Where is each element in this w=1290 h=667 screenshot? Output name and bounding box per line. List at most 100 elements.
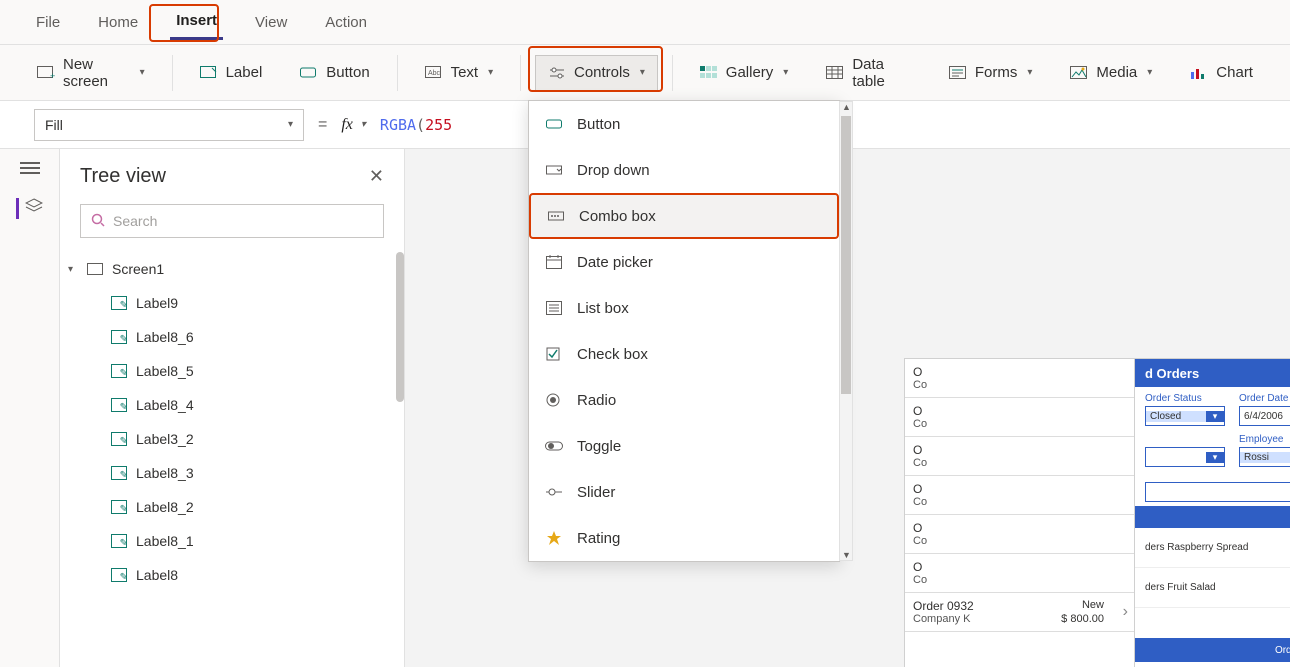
chart-icon: [1190, 64, 1208, 82]
dropdown-item-label: Combo box: [579, 208, 656, 225]
line-item-row[interactable]: ders Raspberry Spread90$ 25.002,250.00: [1135, 528, 1290, 568]
close-icon[interactable]: ✕: [369, 166, 384, 187]
order-number: O: [913, 365, 1126, 379]
date-value: 6/4/2006: [1240, 411, 1290, 422]
dropdown-item-label: Check box: [577, 346, 648, 363]
ribbon-forms[interactable]: Forms ▾: [936, 55, 1046, 91]
menu-view[interactable]: View: [249, 6, 293, 39]
menu-file[interactable]: File: [30, 6, 66, 39]
dropdown-item-radio[interactable]: Radio: [529, 377, 839, 423]
company-name: Co: [913, 457, 1126, 469]
chevron-down-icon: ▾: [488, 67, 493, 78]
toggle-icon: [545, 437, 563, 455]
scroll-down-icon[interactable]: ▼: [842, 550, 851, 560]
property-selector[interactable]: Fill ▾: [34, 109, 304, 141]
tree-scrollbar[interactable]: [396, 252, 404, 402]
dropdown-item-label: Drop down: [577, 162, 650, 179]
ribbon-data-table-label: Data table: [852, 56, 911, 90]
dropdown-item-toggle[interactable]: Toggle: [529, 423, 839, 469]
tree-node-label: Label8_3: [136, 465, 194, 481]
order-list-row[interactable]: OCo: [905, 398, 1134, 437]
order-list-row[interactable]: OCo: [905, 515, 1134, 554]
slider-icon: [545, 483, 563, 501]
separator: [672, 55, 673, 91]
rating-icon: [545, 529, 563, 547]
scroll-up-icon[interactable]: ▲: [842, 102, 851, 112]
dropdown-item-label: Slider: [577, 484, 615, 501]
dropdown-item-combobox[interactable]: Combo box: [529, 193, 839, 239]
radio-icon: [545, 391, 563, 409]
ribbon-new-screen-label: New screen: [63, 56, 130, 90]
order-list-row[interactable]: OCo: [905, 476, 1134, 515]
dropdown-item-button[interactable]: Button: [529, 101, 839, 147]
tree-node-label8_2[interactable]: Label8_2: [68, 490, 404, 524]
order-status-combo[interactable]: Closed▾: [1145, 406, 1225, 426]
company-name: Co: [913, 496, 1126, 508]
menu-action[interactable]: Action: [319, 6, 373, 39]
dropdown-item-checkbox[interactable]: Check box: [529, 331, 839, 377]
scroll-thumb[interactable]: [841, 116, 851, 394]
employee-combo[interactable]: Rossi▾: [1239, 447, 1290, 467]
notes-input[interactable]: [1145, 482, 1290, 502]
order-list-row[interactable]: OCo: [905, 554, 1134, 593]
separator: [520, 55, 521, 91]
tree-node-label8_6[interactable]: Label8_6: [68, 320, 404, 354]
ribbon-label[interactable]: Label: [187, 55, 276, 91]
tree-view-tab-icon[interactable]: [16, 198, 43, 219]
dropdown-item-dropdown[interactable]: Drop down: [529, 147, 839, 193]
formula-input[interactable]: RGBA(255: [380, 116, 452, 134]
controls-icon: [548, 64, 566, 82]
search-placeholder: Search: [113, 213, 157, 229]
order-list-row[interactable]: Order 0932 Company K New $ 800.00 ›: [905, 593, 1134, 632]
tree-view-panel: Tree view ✕ Search ▾ Screen1 Label9Label…: [60, 149, 405, 667]
combo-value: Rossi: [1240, 452, 1290, 463]
tree-node-label3_2[interactable]: Label3_2: [68, 422, 404, 456]
chevron-down-icon: ▾: [783, 67, 788, 78]
ribbon-new-screen[interactable]: + New screen ▾: [24, 47, 158, 99]
dropdown-item-slider[interactable]: Slider: [529, 469, 839, 515]
chevron-down-icon: ▾: [140, 67, 145, 78]
ribbon-gallery-label: Gallery: [726, 64, 774, 81]
ribbon-gallery[interactable]: Gallery ▾: [687, 55, 802, 91]
order-date-picker[interactable]: 6/4/2006▦: [1239, 406, 1290, 426]
label-icon: [110, 430, 128, 448]
tree-node-label8_5[interactable]: Label8_5: [68, 354, 404, 388]
menu-insert[interactable]: Insert: [170, 4, 223, 40]
tree-node-label9[interactable]: Label9: [68, 286, 404, 320]
hamburger-icon[interactable]: [20, 161, 40, 178]
order-list-row[interactable]: OCo: [905, 359, 1134, 398]
dropdown-scrollbar[interactable]: ▲ ▼: [839, 101, 853, 561]
company-name: Co: [913, 574, 1126, 586]
menu-home[interactable]: Home: [92, 6, 144, 39]
order-list-row[interactable]: OCo: [905, 437, 1134, 476]
combo-empty[interactable]: ▾: [1145, 447, 1225, 467]
fx-button[interactable]: fx▾: [341, 116, 366, 134]
ribbon-data-table[interactable]: Data table: [813, 47, 924, 99]
tree-node-screen1[interactable]: ▾ Screen1: [68, 252, 404, 286]
dropdown-item-rating[interactable]: Rating: [529, 515, 839, 561]
listbox-icon: [545, 299, 563, 317]
separator: [397, 55, 398, 91]
line-item-row[interactable]: ders Fruit Salad40$ 39.001,560.00: [1135, 568, 1290, 608]
dropdown-item-datepicker[interactable]: Date picker: [529, 239, 839, 285]
order-number: O: [913, 521, 1126, 535]
formula-arg0: 255: [425, 116, 452, 134]
ribbon-media[interactable]: Media ▾: [1057, 55, 1165, 91]
tree-node-label8_1[interactable]: Label8_1: [68, 524, 404, 558]
tree-node-label8_3[interactable]: Label8_3: [68, 456, 404, 490]
ribbon-controls[interactable]: Controls ▾: [535, 55, 658, 91]
ribbon-chart[interactable]: Chart: [1177, 55, 1266, 91]
ribbon-button[interactable]: Button: [287, 55, 382, 91]
ribbon-text[interactable]: Abc Text ▾: [412, 55, 507, 91]
dropdown-item-listbox[interactable]: List box: [529, 285, 839, 331]
property-value: Fill: [45, 117, 63, 133]
label-icon: [110, 464, 128, 482]
tree-search-input[interactable]: Search: [80, 204, 384, 238]
screen-plus-icon: +: [37, 64, 55, 82]
tree-node-label: Label8: [136, 567, 178, 583]
tree-node-label: Screen1: [112, 261, 164, 277]
chevron-down-icon: ▾: [640, 67, 645, 78]
order-number: O: [913, 482, 1126, 496]
tree-node-label8_4[interactable]: Label8_4: [68, 388, 404, 422]
tree-node-label8[interactable]: Label8: [68, 558, 404, 592]
